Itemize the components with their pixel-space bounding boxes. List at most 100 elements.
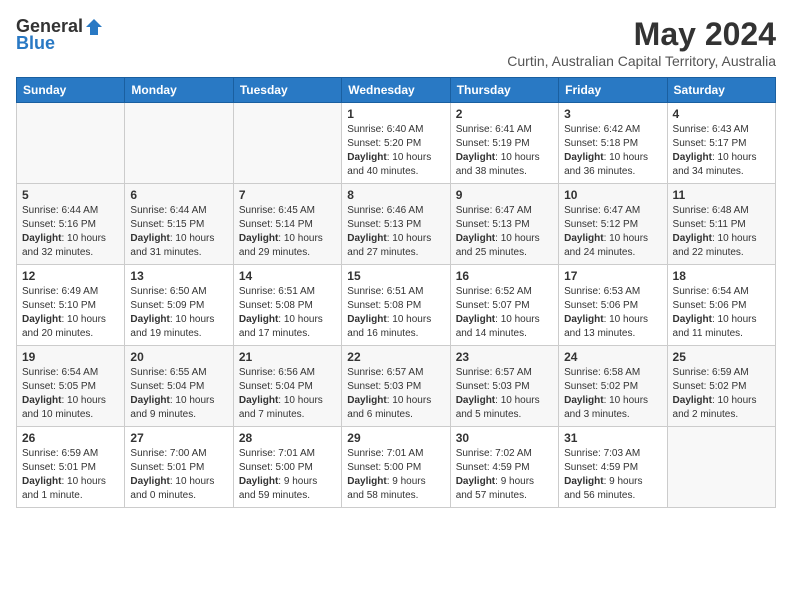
day-number: 4 (673, 107, 770, 121)
calendar-day: 21 Sunrise: 6:56 AMSunset: 5:04 PMDayligh… (233, 346, 341, 427)
logo: General Blue (16, 16, 105, 54)
day-number: 9 (456, 188, 553, 202)
day-info: Sunrise: 7:01 AMSunset: 5:00 PMDaylight:… (347, 447, 444, 503)
day-number: 11 (673, 188, 770, 202)
calendar-day: 10Sunrise: 6:47 AMSunset: 5:12 PMDayligh… (559, 184, 667, 265)
calendar-week-row: 1Sunrise: 6:40 AMSunset: 5:20 PMDaylight… (17, 103, 776, 184)
calendar-day: 18 Sunrise: 6:54 AMSunset: 5:06 PMDayligh… (667, 265, 775, 346)
calendar-day: 23 Sunrise: 6:57 AMSunset: 5:03 PMDayligh… (450, 346, 558, 427)
day-info: Sunrise: 7:01 AMSunset: 5:00 PMDaylight:… (239, 447, 336, 503)
day-info: Sunrise: 6:53 AMSunset: 5:06 PMDaylight:… (564, 285, 661, 341)
day-number: 2 (456, 107, 553, 121)
calendar: SundayMondayTuesdayWednesdayThursdayFrid… (16, 77, 776, 508)
calendar-day: 14Sunrise: 6:51 AMSunset: 5:08 PMDayligh… (233, 265, 341, 346)
day-info: Sunrise: 6:44 AMSunset: 5:15 PMDaylight:… (130, 204, 227, 260)
calendar-day: 24Sunrise: 6:58 AMSunset: 5:02 PMDayligh… (559, 346, 667, 427)
calendar-day: 27Sunrise: 7:00 AMSunset: 5:01 PMDayligh… (125, 427, 233, 508)
calendar-header-row: SundayMondayTuesdayWednesdayThursdayFrid… (17, 78, 776, 103)
day-number: 20 (130, 350, 227, 364)
calendar-day: 19 Sunrise: 6:54 AMSunset: 5:05 PMDayligh… (17, 346, 125, 427)
day-info: Sunrise: 6:52 AMSunset: 5:07 PMDaylight:… (456, 285, 553, 341)
day-info: Sunrise: 6:59 AMSunset: 5:01 PMDaylight:… (22, 447, 119, 503)
day-info: Sunrise: 6:49 AMSunset: 5:10 PMDaylight:… (22, 285, 119, 341)
day-number: 15 (347, 269, 444, 283)
day-number: 12 (22, 269, 119, 283)
day-info: Sunrise: 6:45 AMSunset: 5:14 PMDaylight:… (239, 204, 336, 260)
day-info: Sunrise: 7:03 AMSunset: 4:59 PMDaylight:… (564, 447, 661, 503)
day-info: Sunrise: 6:51 AMSunset: 5:08 PMDaylight:… (347, 285, 444, 341)
calendar-day: 7 Sunrise: 6:45 AMSunset: 5:14 PMDaylight… (233, 184, 341, 265)
calendar-day: 5 Sunrise: 6:44 AMSunset: 5:16 PMDaylight… (17, 184, 125, 265)
calendar-day: 31 Sunrise: 7:03 AMSunset: 4:59 PMDayligh… (559, 427, 667, 508)
day-number: 29 (347, 431, 444, 445)
calendar-week-row: 26 Sunrise: 6:59 AMSunset: 5:01 PMDayligh… (17, 427, 776, 508)
col-header-tuesday: Tuesday (233, 78, 341, 103)
calendar-day (233, 103, 341, 184)
day-info: Sunrise: 6:54 AMSunset: 5:06 PMDaylight:… (673, 285, 770, 341)
calendar-week-row: 5 Sunrise: 6:44 AMSunset: 5:16 PMDaylight… (17, 184, 776, 265)
calendar-day: 20 Sunrise: 6:55 AMSunset: 5:04 PMDayligh… (125, 346, 233, 427)
day-number: 6 (130, 188, 227, 202)
calendar-day: 17 Sunrise: 6:53 AMSunset: 5:06 PMDayligh… (559, 265, 667, 346)
day-info: Sunrise: 6:47 AMSunset: 5:13 PMDaylight:… (456, 204, 553, 260)
col-header-friday: Friday (559, 78, 667, 103)
day-info: Sunrise: 6:57 AMSunset: 5:03 PMDaylight:… (347, 366, 444, 422)
day-info: Sunrise: 6:42 AMSunset: 5:18 PMDaylight:… (564, 123, 661, 179)
calendar-day: 6 Sunrise: 6:44 AMSunset: 5:15 PMDaylight… (125, 184, 233, 265)
day-info: Sunrise: 6:44 AMSunset: 5:16 PMDaylight:… (22, 204, 119, 260)
day-info: Sunrise: 6:47 AMSunset: 5:12 PMDaylight:… (564, 204, 661, 260)
day-number: 21 (239, 350, 336, 364)
calendar-day: 2Sunrise: 6:41 AMSunset: 5:19 PMDaylight… (450, 103, 558, 184)
day-number: 7 (239, 188, 336, 202)
day-number: 16 (456, 269, 553, 283)
day-number: 18 (673, 269, 770, 283)
calendar-day: 15 Sunrise: 6:51 AMSunset: 5:08 PMDayligh… (342, 265, 450, 346)
day-info: Sunrise: 6:50 AMSunset: 5:09 PMDaylight:… (130, 285, 227, 341)
location-title: Curtin, Australian Capital Territory, Au… (507, 53, 776, 69)
title-section: May 2024 Curtin, Australian Capital Terr… (507, 16, 776, 69)
calendar-day (667, 427, 775, 508)
day-info: Sunrise: 6:56 AMSunset: 5:04 PMDaylight:… (239, 366, 336, 422)
day-number: 24 (564, 350, 661, 364)
day-number: 1 (347, 107, 444, 121)
calendar-day: 26 Sunrise: 6:59 AMSunset: 5:01 PMDayligh… (17, 427, 125, 508)
day-number: 25 (673, 350, 770, 364)
day-number: 30 (456, 431, 553, 445)
day-number: 5 (22, 188, 119, 202)
calendar-day: 22Sunrise: 6:57 AMSunset: 5:03 PMDayligh… (342, 346, 450, 427)
day-number: 31 (564, 431, 661, 445)
calendar-day: 25 Sunrise: 6:59 AMSunset: 5:02 PMDayligh… (667, 346, 775, 427)
col-header-monday: Monday (125, 78, 233, 103)
logo-blue: Blue (16, 33, 55, 54)
calendar-day (125, 103, 233, 184)
day-info: Sunrise: 7:00 AMSunset: 5:01 PMDaylight:… (130, 447, 227, 503)
day-info: Sunrise: 6:54 AMSunset: 5:05 PMDaylight:… (22, 366, 119, 422)
col-header-sunday: Sunday (17, 78, 125, 103)
day-number: 19 (22, 350, 119, 364)
calendar-day: 8Sunrise: 6:46 AMSunset: 5:13 PMDaylight… (342, 184, 450, 265)
day-number: 3 (564, 107, 661, 121)
calendar-week-row: 19 Sunrise: 6:54 AMSunset: 5:05 PMDayligh… (17, 346, 776, 427)
col-header-wednesday: Wednesday (342, 78, 450, 103)
day-info: Sunrise: 6:57 AMSunset: 5:03 PMDaylight:… (456, 366, 553, 422)
calendar-day: 9 Sunrise: 6:47 AMSunset: 5:13 PMDaylight… (450, 184, 558, 265)
day-number: 26 (22, 431, 119, 445)
day-number: 17 (564, 269, 661, 283)
calendar-day: 12 Sunrise: 6:49 AMSunset: 5:10 PMDayligh… (17, 265, 125, 346)
calendar-day: 11 Sunrise: 6:48 AMSunset: 5:11 PMDayligh… (667, 184, 775, 265)
day-info: Sunrise: 6:59 AMSunset: 5:02 PMDaylight:… (673, 366, 770, 422)
day-number: 28 (239, 431, 336, 445)
calendar-day: 1Sunrise: 6:40 AMSunset: 5:20 PMDaylight… (342, 103, 450, 184)
logo-icon (84, 17, 104, 37)
day-info: Sunrise: 6:48 AMSunset: 5:11 PMDaylight:… (673, 204, 770, 260)
calendar-week-row: 12 Sunrise: 6:49 AMSunset: 5:10 PMDayligh… (17, 265, 776, 346)
day-info: Sunrise: 6:55 AMSunset: 5:04 PMDaylight:… (130, 366, 227, 422)
calendar-day: 3 Sunrise: 6:42 AMSunset: 5:18 PMDaylight… (559, 103, 667, 184)
col-header-saturday: Saturday (667, 78, 775, 103)
calendar-day: 29 Sunrise: 7:01 AMSunset: 5:00 PMDayligh… (342, 427, 450, 508)
day-info: Sunrise: 6:43 AMSunset: 5:17 PMDaylight:… (673, 123, 770, 179)
calendar-day: 16 Sunrise: 6:52 AMSunset: 5:07 PMDayligh… (450, 265, 558, 346)
day-info: Sunrise: 7:02 AMSunset: 4:59 PMDaylight:… (456, 447, 553, 503)
day-info: Sunrise: 6:51 AMSunset: 5:08 PMDaylight:… (239, 285, 336, 341)
day-number: 23 (456, 350, 553, 364)
